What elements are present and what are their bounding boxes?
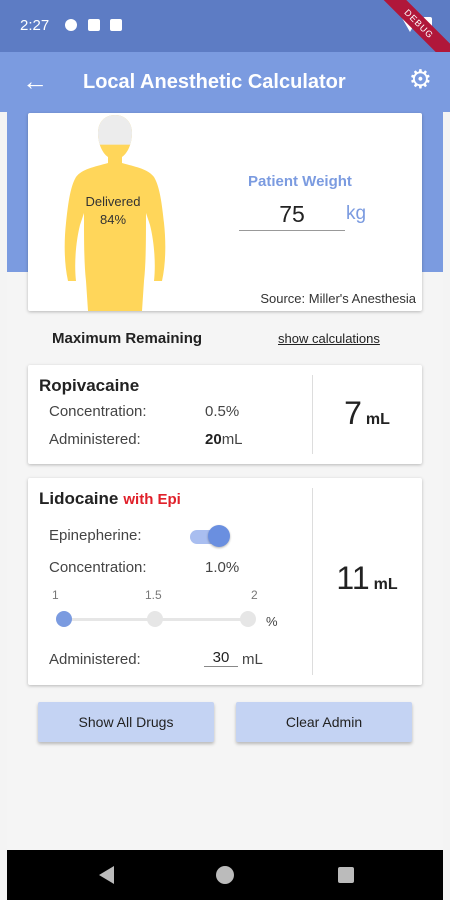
administered-amount: 20: [205, 431, 222, 448]
administered-input[interactable]: [204, 649, 238, 667]
max-remaining-unit: mL: [365, 411, 390, 428]
weight-unit: kg: [346, 203, 367, 224]
patient-card: Delivered 84% Patient Weight kg Source: …: [28, 113, 422, 311]
settings-status-icon: [65, 19, 77, 31]
max-remaining-result: 7 mL: [312, 395, 422, 432]
section-title: Maximum Remaining: [52, 330, 203, 347]
slider-unit: %: [266, 614, 278, 629]
concentration-value: 0.5%: [205, 403, 240, 420]
show-calculations-link[interactable]: show calculations: [278, 331, 380, 346]
page-title: Local Anesthetic Calculator: [83, 71, 346, 93]
drug-name: Lidocaine with Epi: [39, 489, 181, 509]
gear-icon[interactable]: ⚙: [409, 64, 432, 95]
drug-card-ropivacaine: Ropivacaine Concentration: 0.5% Administ…: [28, 365, 422, 464]
slider-stop[interactable]: [240, 611, 256, 627]
status-time: 2:27: [20, 17, 50, 34]
notification-status-icon: [88, 19, 100, 31]
administered-value: 20mL: [205, 431, 243, 448]
administered-unit: mL: [242, 651, 263, 668]
concentration-label: Concentration:: [49, 559, 147, 576]
sd-card-status-icon: [110, 19, 122, 31]
nav-home-icon[interactable]: [216, 866, 234, 884]
nav-recents-icon[interactable]: [338, 867, 354, 883]
source-text: Source: Miller's Anesthesia: [260, 291, 416, 306]
administered-label: Administered:: [49, 431, 141, 448]
concentration-slider-thumb[interactable]: [56, 611, 72, 627]
drug-name: Ropivacaine: [39, 376, 140, 395]
app-bar: ← Local Anesthetic Calculator ⚙: [0, 52, 450, 112]
administered-unit: mL: [221, 431, 243, 448]
status-bar: 2:27 DEBUG: [0, 0, 450, 76]
drug-name-label: Lidocaine: [39, 489, 119, 508]
epi-tag: with Epi: [123, 491, 181, 508]
delivered-text: Delivered 84%: [43, 193, 183, 229]
slider-tick-label: 1: [52, 588, 59, 602]
administered-label: Administered:: [49, 651, 141, 668]
max-remaining-value: 11: [336, 560, 370, 596]
concentration-label: Concentration:: [49, 403, 147, 420]
delivered-label: Delivered: [85, 194, 141, 209]
clear-admin-button[interactable]: Clear Admin: [236, 702, 412, 742]
show-all-drugs-button[interactable]: Show All Drugs: [38, 702, 214, 742]
concentration-value: 1.0%: [205, 559, 240, 576]
epinephrine-toggle-thumb[interactable]: [208, 525, 230, 547]
max-remaining-result: 11 mL: [312, 560, 422, 597]
slider-tick-label: 1.5: [145, 588, 162, 602]
max-remaining-value: 7: [344, 395, 362, 431]
max-remaining-unit: mL: [373, 576, 398, 593]
slider-stop[interactable]: [147, 611, 163, 627]
patient-weight-label: Patient Weight: [248, 173, 352, 190]
drug-card-lidocaine: Lidocaine with Epi Epinepherine: Concentr…: [28, 478, 422, 685]
nav-back-icon[interactable]: [99, 866, 114, 884]
slider-tick-label: 2: [251, 588, 258, 602]
epinephrine-label: Epinepherine:: [49, 527, 142, 544]
delivered-percent: 84%: [99, 212, 127, 227]
system-nav-bar: [7, 850, 443, 900]
back-arrow-icon[interactable]: ←: [22, 66, 48, 96]
patient-weight-input[interactable]: [239, 199, 345, 231]
